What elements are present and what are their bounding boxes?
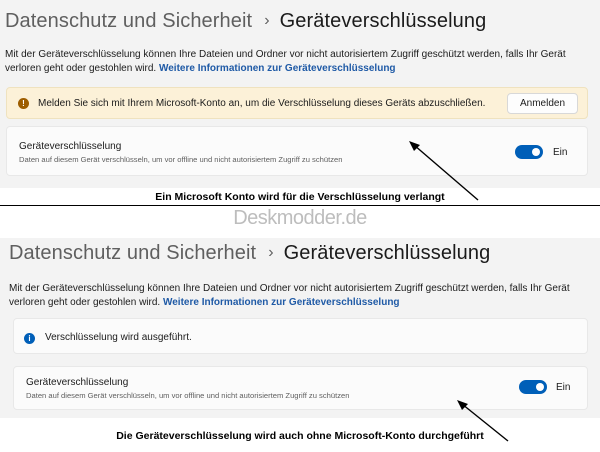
arrowhead-bottom-icon: [457, 400, 468, 410]
arrow-line-bottom: [461, 403, 509, 442]
arrow-line-top: [413, 144, 479, 201]
annotation-arrows: [409, 141, 509, 442]
